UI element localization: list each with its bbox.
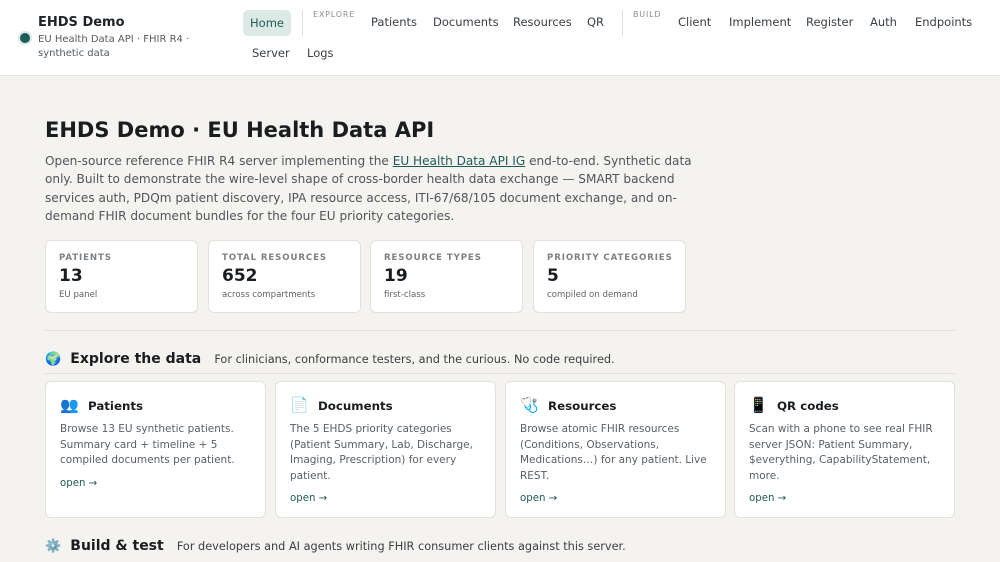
explore-section-header: 🌍 Explore the data For clinicians, confo… — [45, 348, 615, 367]
brand-title: EHDS Demo — [38, 15, 125, 30]
open-link[interactable]: open → — [60, 478, 97, 489]
top-navigation-bar: EHDS Demo EU Health Data API · FHIR R4 ·… — [0, 0, 1000, 76]
nav-endpoints[interactable]: Endpoints — [915, 15, 972, 29]
nav-home[interactable]: Home — [243, 10, 291, 36]
globe-icon: 🌍 — [45, 352, 62, 367]
stat-card-resource-types: RESOURCE TYPES 19 first-class — [370, 240, 523, 313]
build-section-header: ⚙️ Build & test For developers and AI ag… — [45, 535, 626, 554]
nav-group-build: BUILD — [633, 10, 662, 19]
card-description: The 5 EHDS priority categories (Patient … — [290, 423, 473, 482]
ig-link[interactable]: EU Health Data API IG — [393, 154, 526, 168]
description-text: Open-source reference FHIR R4 server imp… — [45, 154, 393, 168]
stethoscope-icon: 🩺 — [520, 396, 539, 414]
card-title: Patients — [88, 399, 144, 413]
page-title: EHDS Demo · EU Health Data API — [45, 118, 435, 142]
stat-label: PATIENTS — [59, 253, 112, 263]
stat-subtext: EU panel — [59, 290, 98, 300]
nav-client[interactable]: Client — [678, 15, 711, 29]
card-documents[interactable]: 📄 Documents The 5 EHDS priority categori… — [275, 381, 496, 518]
section-divider — [45, 330, 955, 331]
stat-value: 13 — [59, 266, 83, 286]
section-subtitle: For developers and AI agents writing FHI… — [176, 540, 626, 553]
document-icon: 📄 — [290, 396, 309, 414]
nav-patients[interactable]: Patients — [371, 15, 417, 29]
stat-label: TOTAL RESOURCES — [222, 253, 327, 263]
nav-resources[interactable]: Resources — [513, 15, 572, 29]
page-description: Open-source reference FHIR R4 server imp… — [45, 152, 695, 226]
section-title: Build & test — [70, 538, 164, 554]
nav-separator — [622, 10, 623, 36]
nav-server[interactable]: Server — [252, 46, 290, 60]
brand-subtitle: EU Health Data API · FHIR R4 · synthetic… — [38, 34, 190, 59]
stat-card-patients: PATIENTS 13 EU panel — [45, 240, 198, 313]
open-link[interactable]: open → — [520, 493, 557, 504]
nav-documents[interactable]: Documents — [433, 15, 499, 29]
open-link[interactable]: open → — [749, 493, 786, 504]
card-qr-codes[interactable]: 📱 QR codes Scan with a phone to see real… — [734, 381, 955, 518]
nav-implement[interactable]: Implement — [729, 15, 791, 29]
card-description: Browse atomic FHIR resources (Conditions… — [520, 423, 707, 482]
stat-subtext: first-class — [384, 290, 426, 300]
section-subtitle: For clinicians, conformance testers, and… — [214, 353, 615, 366]
stat-label: RESOURCE TYPES — [384, 253, 482, 263]
card-title: Resources — [548, 399, 617, 413]
stat-value: 19 — [384, 266, 408, 286]
open-link[interactable]: open → — [290, 493, 327, 504]
card-title: QR codes — [777, 399, 839, 413]
phone-icon: 📱 — [749, 396, 768, 414]
nav-separator — [302, 10, 303, 36]
nav-register[interactable]: Register — [806, 15, 853, 29]
nav-group-explore: EXPLORE — [313, 10, 356, 19]
stat-value: 652 — [222, 266, 258, 286]
stat-subtext: compiled on demand — [547, 290, 638, 300]
section-divider — [45, 373, 955, 374]
card-description: Scan with a phone to see real FHIR serve… — [749, 423, 933, 482]
stat-subtext: across compartments — [222, 290, 316, 300]
stat-card-priority-categories: PRIORITY CATEGORIES 5 compiled on demand — [533, 240, 686, 313]
people-icon: 👥 — [60, 396, 79, 414]
status-dot-icon — [20, 33, 30, 43]
section-title: Explore the data — [70, 351, 202, 367]
stat-value: 5 — [547, 266, 559, 286]
nav-qr[interactable]: QR — [587, 15, 604, 29]
stat-card-total-resources: TOTAL RESOURCES 652 across compartments — [208, 240, 361, 313]
card-title: Documents — [318, 399, 393, 413]
stat-label: PRIORITY CATEGORIES — [547, 253, 673, 263]
gear-icon: ⚙️ — [45, 539, 62, 554]
card-patients[interactable]: 👥 Patients Browse 13 EU synthetic patien… — [45, 381, 266, 518]
nav-logs[interactable]: Logs — [307, 46, 334, 60]
card-resources[interactable]: 🩺 Resources Browse atomic FHIR resources… — [505, 381, 726, 518]
card-description: Browse 13 EU synthetic patients. Summary… — [60, 423, 235, 466]
nav-auth[interactable]: Auth — [870, 15, 897, 29]
